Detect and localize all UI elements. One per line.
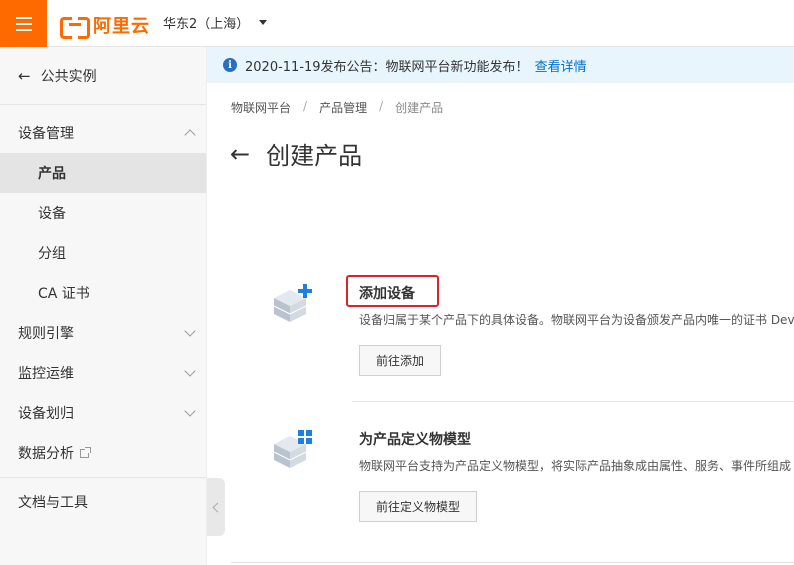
nav-monitoring[interactable]: 监控运维	[0, 353, 206, 393]
nav-group[interactable]: 分组	[0, 233, 206, 273]
nav-device-management[interactable]: 设备管理	[0, 113, 206, 153]
breadcrumb-iot-platform[interactable]: 物联网平台	[231, 99, 291, 116]
nav-docs-tools[interactable]: 文档与工具	[0, 482, 206, 522]
announcement-link[interactable]: 查看详情	[535, 56, 587, 75]
nav-label: 数据分析	[18, 446, 74, 462]
nav-label: 产品	[38, 166, 66, 182]
chevron-down-icon	[184, 405, 196, 417]
top-bar: 阿里云 华东2（上海）	[0, 0, 794, 47]
go-define-model-button[interactable]: 前往定义物模型	[359, 491, 478, 522]
cube-model-icon	[273, 430, 312, 468]
page-title-row: ← 创建产品	[230, 136, 362, 171]
breadcrumb-product-management[interactable]: 产品管理	[319, 99, 367, 116]
announcement-banner: i 2020-11-19发布公告：物联网平台新功能发布！ 查看详情	[207, 47, 794, 83]
region-selector[interactable]: 华东2（上海）	[163, 13, 268, 32]
nav-device-allocation[interactable]: 设备划归	[0, 393, 206, 433]
step-description: 物联网平台支持为产品定义物模型，将实际产品抽象成由属性、服务、事件所组成	[359, 459, 792, 473]
nav-data-analysis[interactable]: 数据分析	[0, 433, 206, 473]
caret-down-icon	[259, 20, 268, 25]
step-define-model: 为产品定义物模型 物联网平台支持为产品定义物模型，将实际产品抽象成由属性、服务、…	[270, 426, 794, 536]
breadcrumb: 物联网平台 / 产品管理 / 创建产品	[231, 99, 443, 116]
announcement-text: 2020-11-19发布公告：物联网平台新功能发布！	[245, 59, 529, 75]
breadcrumb-current: 创建产品	[395, 101, 444, 115]
aliyun-logo-icon	[60, 15, 90, 39]
info-icon: i	[223, 58, 237, 72]
nav-label: CA 证书	[38, 286, 90, 302]
menu-icon[interactable]	[0, 0, 47, 47]
logo-text: 阿里云	[93, 16, 150, 37]
chevron-up-icon	[184, 129, 196, 141]
back-arrow-icon[interactable]: ←	[230, 140, 250, 168]
nav-rule-engine[interactable]: 规则引擎	[0, 313, 206, 353]
step-description: 设备归属于某个产品下的具体设备。物联网平台为设备颁发产品内唯一的证书 Devi	[359, 313, 794, 327]
nav-device[interactable]: 设备	[0, 193, 206, 233]
chevron-down-icon	[184, 325, 196, 337]
divider	[352, 401, 794, 402]
sidebar-collapse-handle[interactable]	[207, 478, 225, 536]
back-label: 公共实例	[40, 68, 97, 85]
divider	[231, 562, 794, 563]
external-link-icon	[80, 446, 91, 458]
nav-label: 规则引擎	[18, 326, 74, 342]
sidebar: ← 公共实例 设备管理 产品 设备 分组 CA 证书 规则引擎 监控运维 设备划…	[0, 47, 207, 565]
nav-label: 设备	[38, 206, 66, 222]
highlight-annotation	[346, 275, 439, 307]
arrow-left-icon: ←	[18, 66, 31, 85]
nav-label: 监控运维	[18, 366, 74, 382]
nav-label: 分组	[38, 246, 66, 262]
nav-label: 文档与工具	[18, 495, 88, 511]
back-to-instances[interactable]: ← 公共实例	[0, 47, 206, 105]
nav-ca-cert[interactable]: CA 证书	[0, 273, 206, 313]
page-title: 创建产品	[266, 142, 363, 170]
chevron-down-icon	[184, 365, 196, 377]
region-label: 华东2（上海）	[163, 17, 250, 32]
cube-add-icon	[273, 284, 312, 322]
breadcrumb-separator: /	[379, 99, 384, 113]
breadcrumb-separator: /	[303, 99, 308, 113]
go-add-device-button[interactable]: 前往添加	[359, 345, 442, 376]
logo[interactable]: 阿里云	[60, 12, 150, 39]
divider	[0, 477, 206, 478]
nav-product[interactable]: 产品	[0, 153, 206, 193]
nav-label: 设备划归	[18, 406, 74, 422]
step-title: 为产品定义物模型	[359, 432, 471, 448]
nav-label: 设备管理	[18, 126, 74, 142]
